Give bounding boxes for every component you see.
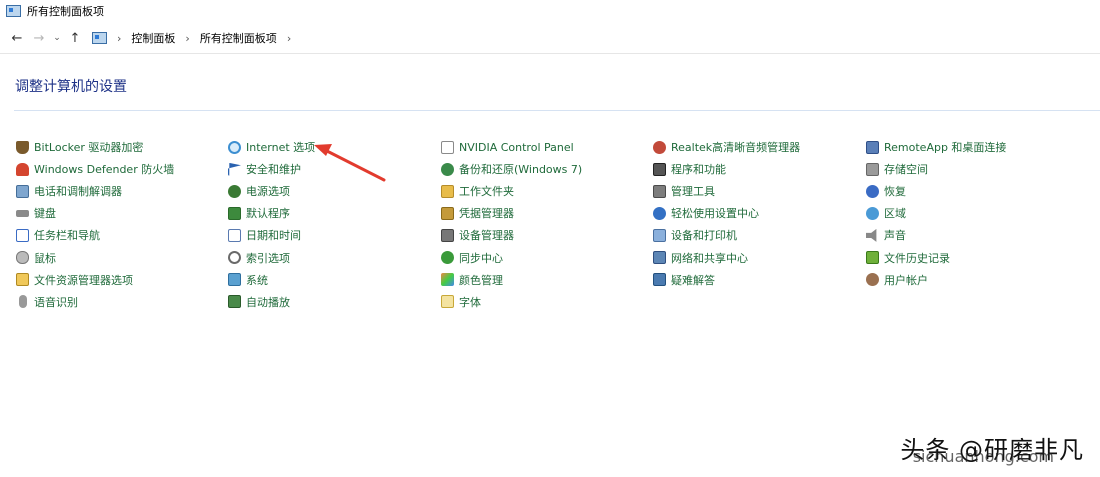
watermark-url: sichuanhong.com (912, 447, 1054, 466)
annotation-arrow (314, 144, 386, 182)
